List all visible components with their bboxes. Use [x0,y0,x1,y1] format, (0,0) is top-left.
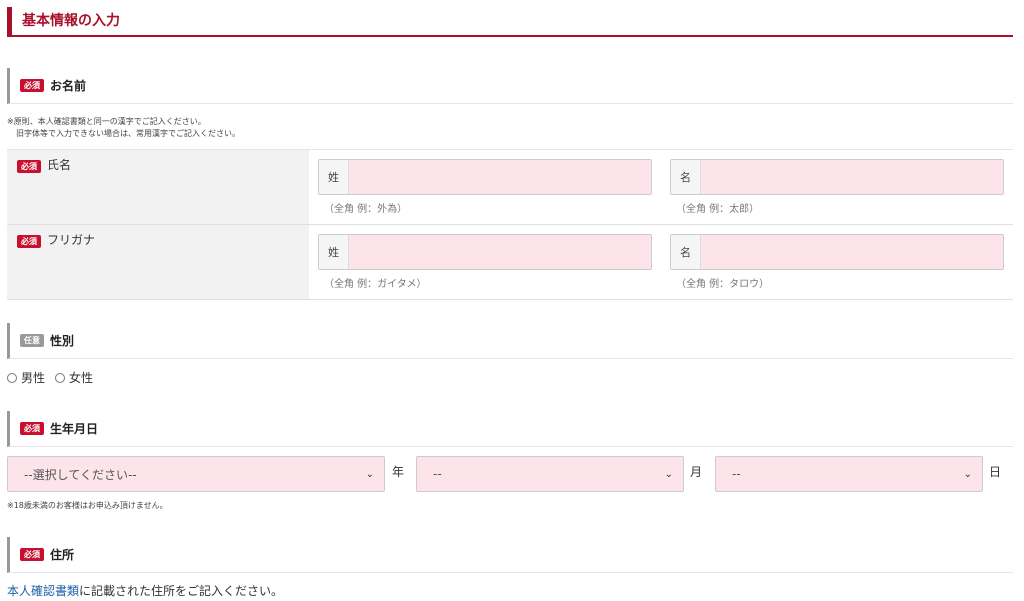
required-badge: 必須 [17,160,41,173]
row-label-cell: 必須 フリガナ [7,225,309,299]
first-name-kana-hint: （全角 例：タロウ） [676,279,770,290]
birthdate-note: ※18歳未満のお客様はお申込み頂けません。 [7,501,168,510]
first-name-kana-prefix: 名 [671,235,701,269]
last-name-field: 姓 （全角 例：外為） [318,159,652,215]
section-address-title: 住所 [50,548,75,562]
birth-year-select[interactable]: --選択してください-- ⌄ [7,456,385,492]
section-gender-title: 性別 [50,334,75,348]
last-name-prefix: 姓 [319,160,349,194]
page-header: 基本情報の入力 [7,7,1013,37]
last-name-kana-prefix: 姓 [319,235,349,269]
section-birthdate-header: 必須 生年月日 [7,411,1013,447]
first-name-kana-input[interactable] [701,235,1003,269]
name-table: 必須 氏名 姓 （全角 例：外為） 名 （全角 例：太郎） 必須 フリガナ 姓 [7,149,1013,300]
name-note: ※原則、本人確認書類と同一の漢字でご記入ください。 旧字体等で入力できない場合は… [7,116,240,140]
required-badge: 必須 [17,235,41,248]
gender-male-label: 男性 [21,371,46,385]
row-kanji-name: 必須 氏名 姓 （全角 例：外為） 名 （全角 例：太郎） [7,150,1013,225]
page-title: 基本情報の入力 [22,13,120,29]
address-instruction-text: に記載された住所をご記入ください。 [79,584,284,598]
row-furigana: 必須 フリガナ 姓 （全角 例：ガイタメ） 名 （全角 例：タロウ） [7,225,1013,300]
gender-radio-male[interactable]: 男性 [7,369,45,386]
row-label: 氏名 [47,158,72,172]
name-note-line1: ※原則、本人確認書類と同一の漢字でご記入ください。 [7,117,206,126]
chevron-down-icon: ⌄ [365,468,374,480]
last-name-hint: （全角 例：外為） [324,204,408,215]
last-name-kana-hint: （全角 例：ガイタメ） [324,279,427,290]
section-name-header: 必須 お名前 [7,68,1013,104]
radio-circle-icon[interactable] [7,372,17,383]
first-name-kana-field: 名 （全角 例：タロウ） [670,234,1004,290]
birth-day-select[interactable]: -- ⌄ [715,456,983,492]
address-instruction: 本人確認書類に記載された住所をご記入ください。 [7,582,283,599]
row-label-cell: 必須 氏名 [7,150,309,224]
section-birthdate-title: 生年月日 [50,422,99,436]
birth-month-value: -- [433,467,442,481]
gender-female-label: 女性 [69,371,94,385]
birth-day-value: -- [732,467,741,481]
first-name-prefix: 名 [671,160,701,194]
section-address-header: 必須 住所 [7,537,1013,573]
chevron-down-icon: ⌄ [664,468,673,480]
first-name-hint: （全角 例：太郎） [676,204,760,215]
day-unit-label: 日 [989,465,1002,479]
first-name-input[interactable] [701,160,1003,194]
first-name-field: 名 （全角 例：太郎） [670,159,1004,215]
required-badge: 必須 [20,422,44,435]
last-name-input[interactable] [349,160,651,194]
required-badge: 必須 [20,548,44,561]
last-name-kana-field: 姓 （全角 例：ガイタメ） [318,234,652,290]
row-label: フリガナ [47,233,96,247]
optional-badge: 任意 [20,334,44,347]
section-name-title: お名前 [50,79,87,93]
month-unit-label: 月 [690,465,703,479]
birth-year-value: --選択してください-- [24,467,137,482]
year-unit-label: 年 [392,465,405,479]
last-name-kana-input[interactable] [349,235,651,269]
radio-circle-icon[interactable] [55,372,66,383]
gender-radio-female[interactable]: 女性 [55,369,93,386]
section-gender-header: 任意 性別 [7,323,1013,359]
required-badge: 必須 [20,79,44,92]
chevron-down-icon: ⌄ [963,468,972,480]
id-document-link[interactable]: 本人確認書類 [7,584,79,598]
name-note-line2: 旧字体等で入力できない場合は、常用漢字でご記入ください。 [16,129,240,138]
birth-month-select[interactable]: -- ⌄ [416,456,684,492]
gender-radio-group: 男性 女性 [7,369,93,386]
